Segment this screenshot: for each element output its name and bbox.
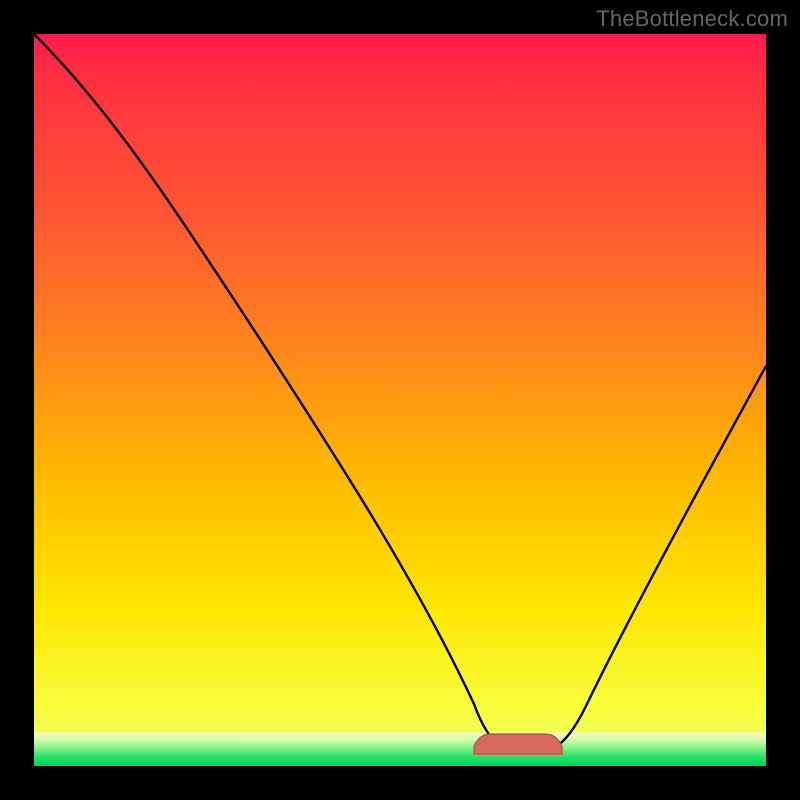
optimal-range-marker [474,734,562,754]
watermark-text: TheBottleneck.com [596,6,788,32]
chart-frame: TheBottleneck.com [0,0,800,800]
bottleneck-curve [34,34,766,748]
curve-layer [34,34,766,766]
plot-area [34,34,766,766]
